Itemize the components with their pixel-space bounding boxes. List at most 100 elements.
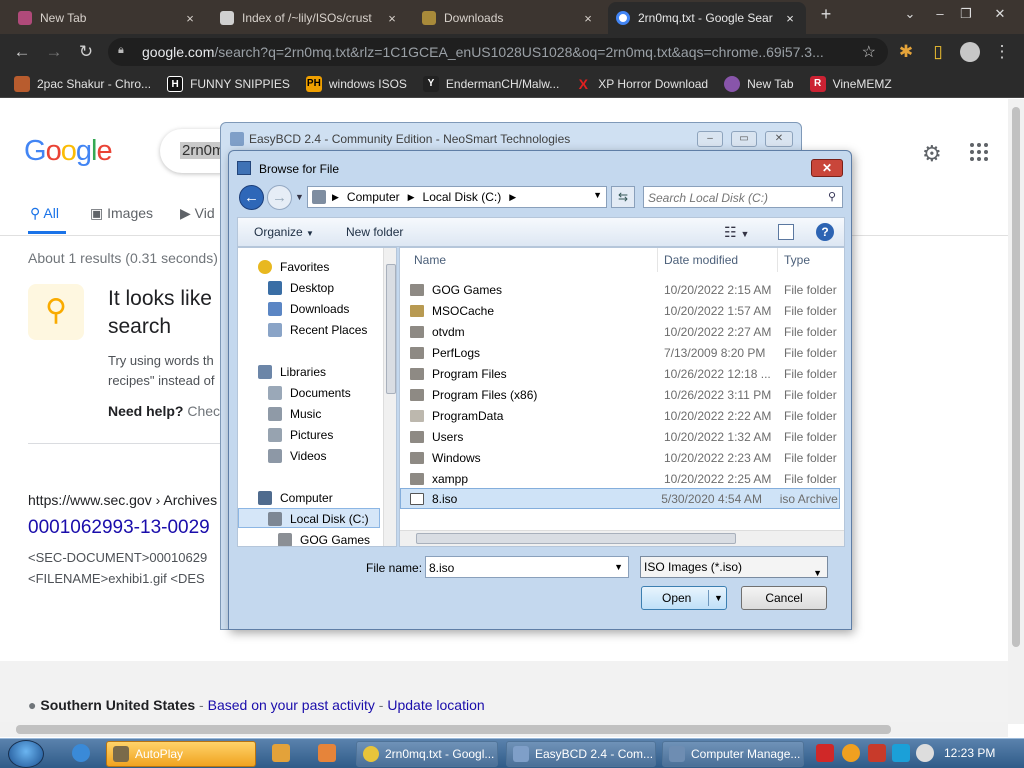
maximize-button[interactable]: ▭ <box>731 131 757 147</box>
chevron-down-icon[interactable]: ▼ <box>813 563 822 583</box>
result-title-link[interactable]: 0001062993-13-0029 <box>28 517 228 539</box>
organize-button[interactable]: Organize ▼ <box>254 225 314 239</box>
tab-close-icon[interactable]: × <box>580 11 596 26</box>
address-bar[interactable]: 🔒︎ google.com/search?q=2rn0mq.txt&rlz=1C… <box>108 38 888 66</box>
bookmark-windows-isos[interactable]: PH windows ISOS <box>305 75 407 92</box>
recent-locations-dropdown-icon[interactable]: ▼ <box>295 192 304 202</box>
column-header-date[interactable]: Date modified <box>658 248 778 272</box>
taskbar-clock[interactable]: 12:23 PM <box>944 746 995 760</box>
url-text[interactable]: google.com/search?q=2rn0mq.txt&rlz=1C1GC… <box>142 44 842 60</box>
file-row[interactable]: otvdm 10/20/2022 2:27 AM File folder <box>410 321 844 342</box>
nav-recent-places[interactable]: Recent Places <box>268 320 367 340</box>
tab-close-icon[interactable]: × <box>182 11 198 26</box>
tab-all[interactable]: ⚲ All <box>30 205 59 222</box>
file-row-selected[interactable]: 8.iso 5/30/2020 4:54 AM iso Archive <box>400 488 840 509</box>
bookmark-star-icon[interactable]: ☆ <box>862 42 876 62</box>
scrollbar-thumb[interactable] <box>16 725 891 734</box>
nav-favorites[interactable]: Favorites <box>258 257 329 277</box>
file-row[interactable]: Program Files (x86) 10/26/2022 3:11 PM Fil… <box>410 384 844 405</box>
tab-google-search[interactable]: 2rn0mq.txt - Google Sear × <box>608 2 806 34</box>
close-button[interactable]: ✕ <box>811 159 843 177</box>
tab-search-icon[interactable]: ⌄ <box>896 4 924 24</box>
tray-network-icon[interactable] <box>892 744 910 762</box>
new-folder-button[interactable]: New folder <box>346 225 403 239</box>
minimize-button[interactable]: – <box>697 131 723 147</box>
file-row[interactable]: ProgramData 10/20/2022 2:22 AM File folder <box>410 405 844 426</box>
extensions-icon[interactable]: ✱ <box>894 40 918 64</box>
tray-flag-icon[interactable] <box>868 744 886 762</box>
reload-icon[interactable]: ↻ <box>74 40 98 64</box>
file-row[interactable]: PerfLogs 7/13/2009 8:20 PM File folder <box>410 342 844 363</box>
file-row[interactable]: MSOCache 10/20/2022 1:57 AM File folder <box>410 300 844 321</box>
restore-icon[interactable]: ❐ <box>952 4 980 24</box>
tray-app-icon[interactable] <box>816 744 834 762</box>
chrome-menu-icon[interactable]: ⋮ <box>990 40 1014 64</box>
breadcrumb-local-disk[interactable]: Local Disk (C:) <box>423 190 502 204</box>
bookmark-funny-snippies[interactable]: H FUNNY SNIPPIES <box>167 75 290 92</box>
cancel-button[interactable]: Cancel <box>741 586 827 610</box>
scrollbar-thumb[interactable] <box>1012 107 1020 647</box>
filename-input[interactable] <box>429 560 599 575</box>
nav-gog-games[interactable]: GOG Games <box>278 530 370 546</box>
file-row[interactable]: Program Files 10/26/2022 12:18 ... File fo… <box>410 363 844 384</box>
tab-close-icon[interactable]: × <box>782 11 798 26</box>
taskbar-computer-management[interactable]: Computer Manage... <box>662 741 804 767</box>
taskbar-autoplay[interactable]: AutoPlay <box>106 741 256 767</box>
taskbar-easybcd[interactable]: EasyBCD 2.4 - Com... <box>506 741 656 767</box>
search-field[interactable]: ⚲ <box>643 186 843 208</box>
open-button[interactable]: Open ▼ <box>641 586 727 610</box>
nav-music[interactable]: Music <box>268 404 321 424</box>
start-button[interactable] <box>8 740 44 768</box>
tray-volume-icon[interactable] <box>916 744 934 762</box>
bookmark-xp-horror[interactable]: X XP Horror Download <box>575 76 709 92</box>
bookmark-2pac[interactable]: 2pac Shakur - Chro... <box>14 75 151 92</box>
page-horizontal-scrollbar[interactable] <box>0 722 1008 737</box>
tab-close-icon[interactable]: × <box>384 11 400 26</box>
close-window-icon[interactable]: ✕ <box>986 4 1014 24</box>
forward-arrow-icon[interactable]: → <box>267 185 292 210</box>
tab-downloads[interactable]: Downloads × <box>414 2 604 34</box>
nav-libraries[interactable]: Libraries <box>258 362 326 382</box>
internet-explorer-icon[interactable] <box>72 744 90 762</box>
forward-arrow-icon[interactable]: → <box>42 40 66 64</box>
nav-videos[interactable]: Videos <box>268 446 326 466</box>
address-breadcrumb[interactable]: ▶ Computer ▶ Local Disk (C:) ▶ ▼ <box>307 186 607 208</box>
refresh-icon[interactable]: ⇆ <box>611 186 635 208</box>
tab-new-tab[interactable]: New Tab × <box>10 2 206 34</box>
file-row[interactable]: GOG Games 10/20/2022 2:15 AM File folder <box>410 279 844 300</box>
filename-combobox[interactable]: ▼ <box>425 556 629 578</box>
bookmark-new-tab[interactable]: New Tab <box>724 75 794 92</box>
bookmark-vinememz[interactable]: R VineMEMZ <box>809 75 892 92</box>
back-arrow-icon[interactable]: ← <box>239 185 264 210</box>
minimize-icon[interactable]: – <box>926 4 954 24</box>
tab-index-of-isos[interactable]: Index of /~lily/ISOs/crust × <box>212 2 408 34</box>
update-location-link[interactable]: Update location <box>387 697 484 713</box>
file-row[interactable]: Users 10/20/2022 1:32 AM File folder <box>410 426 844 447</box>
nav-pictures[interactable]: Pictures <box>268 425 333 445</box>
nav-scrollbar[interactable] <box>383 248 396 546</box>
tab-videos[interactable]: ▶ Vid <box>180 205 215 222</box>
view-options-icon[interactable]: ☷ ▼ <box>724 224 749 241</box>
open-options-chevron-icon[interactable]: ▼ <box>714 593 723 603</box>
help-icon[interactable]: ? <box>816 223 834 241</box>
file-row[interactable]: Windows 10/20/2022 2:23 AM File folder <box>410 447 844 468</box>
scrollbar-thumb[interactable] <box>386 264 396 394</box>
nav-documents[interactable]: Documents <box>268 383 351 403</box>
new-tab-button[interactable]: + <box>812 4 840 24</box>
result-url[interactable]: https://www.sec.gov › Archives <box>28 492 228 508</box>
file-row[interactable]: xampp 10/20/2022 2:25 AM File folder <box>410 468 844 489</box>
preview-pane-icon[interactable] <box>778 224 794 240</box>
column-header-name[interactable]: Name <box>400 248 658 272</box>
tab-images[interactable]: ▣ Images <box>90 205 153 222</box>
filetype-select[interactable]: ISO Images (*.iso) ▼ <box>640 556 828 578</box>
scrollbar-thumb[interactable] <box>416 533 736 544</box>
chevron-down-icon[interactable]: ▼ <box>614 562 623 572</box>
profile-avatar-icon[interactable] <box>958 40 982 64</box>
file-list-horizontal-scrollbar[interactable] <box>400 530 844 546</box>
past-activity-link[interactable]: Based on your past activity <box>208 697 375 713</box>
close-button[interactable]: ✕ <box>765 131 793 147</box>
search-input[interactable] <box>648 190 818 205</box>
nav-computer[interactable]: Computer <box>258 488 333 508</box>
breadcrumb-computer[interactable]: Computer <box>347 190 400 204</box>
google-logo[interactable]: Google <box>24 135 113 168</box>
